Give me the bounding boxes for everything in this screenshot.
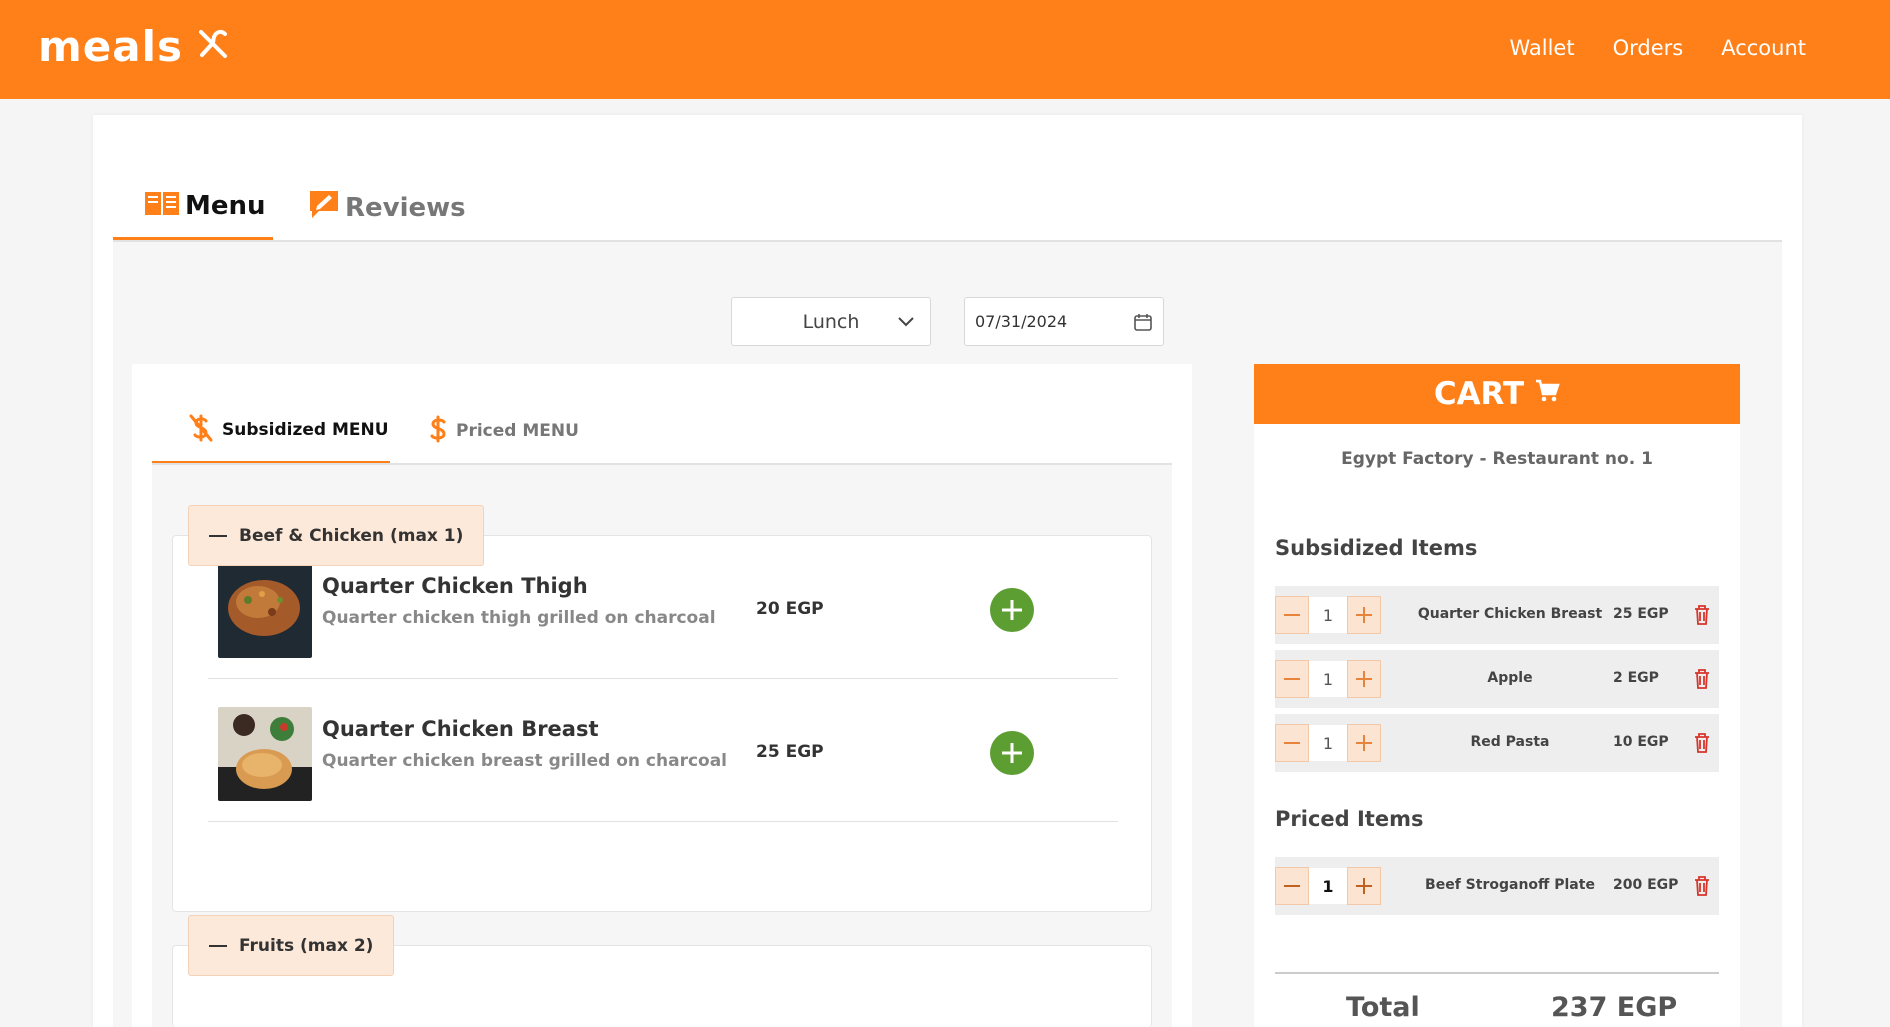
cart-item-name: Beef Stroganoff Plate xyxy=(1425,877,1595,893)
cart-header: CART xyxy=(1254,364,1740,424)
decrement-button[interactable] xyxy=(1275,660,1309,698)
nav-wallet[interactable]: Wallet xyxy=(1509,36,1574,60)
calendar-icon[interactable] xyxy=(1133,312,1153,336)
tab-reviews-label: Reviews xyxy=(345,192,466,223)
item-name: Quarter Chicken Thigh xyxy=(322,574,588,598)
review-pen-icon xyxy=(307,187,341,228)
top-nav: Wallet Orders Account xyxy=(1509,36,1806,60)
logo[interactable]: meals xyxy=(38,22,231,71)
divider xyxy=(1275,972,1719,974)
meal-type-select[interactable]: Lunch xyxy=(731,297,931,346)
category-beef-chicken: Quarter Chicken Thigh Quarter chicken th… xyxy=(172,535,1152,912)
quantity-value[interactable]: 1 xyxy=(1309,596,1347,634)
item-price: 25 EGP xyxy=(756,742,824,762)
restaurant-name: Egypt Factory - Restaurant no. 1 xyxy=(1341,449,1653,469)
brand-name: meals xyxy=(38,22,183,71)
date-value: 07/31/2024 xyxy=(975,312,1068,331)
total-label: Total xyxy=(1346,992,1420,1023)
decrement-button[interactable] xyxy=(1275,867,1309,905)
trash-icon[interactable] xyxy=(1692,732,1712,758)
menu-content: Lunch 07/31/2024 Subsidized MENU Priced … xyxy=(113,242,1782,1027)
category-title: Beef & Chicken (max 1) xyxy=(239,525,464,546)
category-toggle-beef-chicken[interactable]: Beef & Chicken (max 1) xyxy=(188,505,485,566)
tab-subsidized-menu[interactable]: Subsidized MENU xyxy=(152,399,390,463)
item-name: Quarter Chicken Breast xyxy=(322,717,599,741)
cart-item-name: Quarter Chicken Breast xyxy=(1417,606,1603,622)
menu-item: Quarter Chicken Breast Quarter chicken b… xyxy=(208,679,1118,822)
quantity-value[interactable]: 1 xyxy=(1309,867,1347,905)
subsidized-items-title: Subsidized Items xyxy=(1275,536,1478,560)
cart-item-price: 10 EGP xyxy=(1613,734,1669,750)
item-description: Quarter chicken thigh grilled on charcoa… xyxy=(322,608,716,628)
menu-card: Subsidized MENU Priced MENU Quarter Chic… xyxy=(132,364,1192,1027)
add-to-cart-button[interactable] xyxy=(990,588,1034,632)
quantity-stepper: 1 xyxy=(1275,660,1381,698)
quarter-chicken-breast-image xyxy=(218,707,312,801)
total-value: 237 EGP xyxy=(1551,992,1678,1023)
cart-item-price: 200 EGP xyxy=(1613,877,1679,893)
category-toggle-fruits[interactable]: Fruits (max 2) xyxy=(188,915,395,976)
tab-priced-label: Priced MENU xyxy=(456,421,579,441)
quarter-chicken-thigh-image xyxy=(218,564,312,658)
cart-title: CART xyxy=(1433,376,1525,412)
quantity-value[interactable]: 1 xyxy=(1309,660,1347,698)
date-input[interactable]: 07/31/2024 xyxy=(964,297,1164,346)
cart-row: 1 Apple 2 EGP xyxy=(1275,650,1719,708)
chevron-down-icon xyxy=(896,311,916,336)
item-description: Quarter chicken breast grilled on charco… xyxy=(322,751,728,771)
decrement-button[interactable] xyxy=(1275,724,1309,762)
tab-subsidized-label: Subsidized MENU xyxy=(222,420,389,440)
main-panel: Menu Reviews Lunch 07/31/2024 Subsidized… xyxy=(93,115,1802,1027)
trash-icon[interactable] xyxy=(1692,875,1712,901)
tab-menu-label: Menu xyxy=(185,191,266,221)
trash-icon[interactable] xyxy=(1692,604,1712,630)
cart-item-name: Apple xyxy=(1487,670,1533,686)
cart-icon xyxy=(1534,376,1560,412)
book-icon xyxy=(143,188,181,225)
collapse-dash-icon xyxy=(209,534,227,537)
utensils-icon xyxy=(197,28,231,66)
cart-item-price: 25 EGP xyxy=(1613,606,1669,622)
category-title: Fruits (max 2) xyxy=(239,935,374,956)
item-price: 20 EGP xyxy=(756,599,824,619)
tab-priced-menu[interactable]: Priced MENU xyxy=(428,399,579,463)
cart-row: 1 Beef Stroganoff Plate 200 EGP xyxy=(1275,857,1719,915)
quantity-stepper: 1 xyxy=(1275,867,1381,905)
menu-subtabs: Subsidized MENU Priced MENU xyxy=(152,399,1172,465)
dollar-icon xyxy=(428,414,448,449)
main-tabs: Menu Reviews xyxy=(113,165,1782,242)
meal-type-value: Lunch xyxy=(802,310,860,333)
tab-menu[interactable]: Menu xyxy=(113,175,273,240)
cart-item-name: Red Pasta xyxy=(1470,734,1550,750)
tab-reviews[interactable]: Reviews xyxy=(307,175,466,240)
increment-button[interactable] xyxy=(1347,867,1381,905)
add-to-cart-button[interactable] xyxy=(990,731,1034,775)
dollar-slash-icon xyxy=(188,413,214,448)
collapse-dash-icon xyxy=(209,944,227,947)
trash-icon[interactable] xyxy=(1692,668,1712,694)
decrement-button[interactable] xyxy=(1275,596,1309,634)
nav-account[interactable]: Account xyxy=(1721,36,1806,60)
increment-button[interactable] xyxy=(1347,596,1381,634)
quantity-value[interactable]: 1 xyxy=(1309,724,1347,762)
nav-orders[interactable]: Orders xyxy=(1613,36,1684,60)
priced-items-title: Priced Items xyxy=(1275,807,1424,831)
increment-button[interactable] xyxy=(1347,660,1381,698)
plus-icon xyxy=(1002,743,1022,763)
cart-item-price: 2 EGP xyxy=(1613,670,1659,686)
top-bar: meals Wallet Orders Account xyxy=(0,0,1890,99)
menu-list: Quarter Chicken Thigh Quarter chicken th… xyxy=(152,465,1172,1027)
increment-button[interactable] xyxy=(1347,724,1381,762)
quantity-stepper: 1 xyxy=(1275,724,1381,762)
plus-icon xyxy=(1002,600,1022,620)
quantity-stepper: 1 xyxy=(1275,596,1381,634)
cart-row: 1 Red Pasta 10 EGP xyxy=(1275,714,1719,772)
cart-panel: CART Egypt Factory - Restaurant no. 1 Su… xyxy=(1254,364,1740,1027)
cart-row: 1 Quarter Chicken Breast 25 EGP xyxy=(1275,586,1719,644)
